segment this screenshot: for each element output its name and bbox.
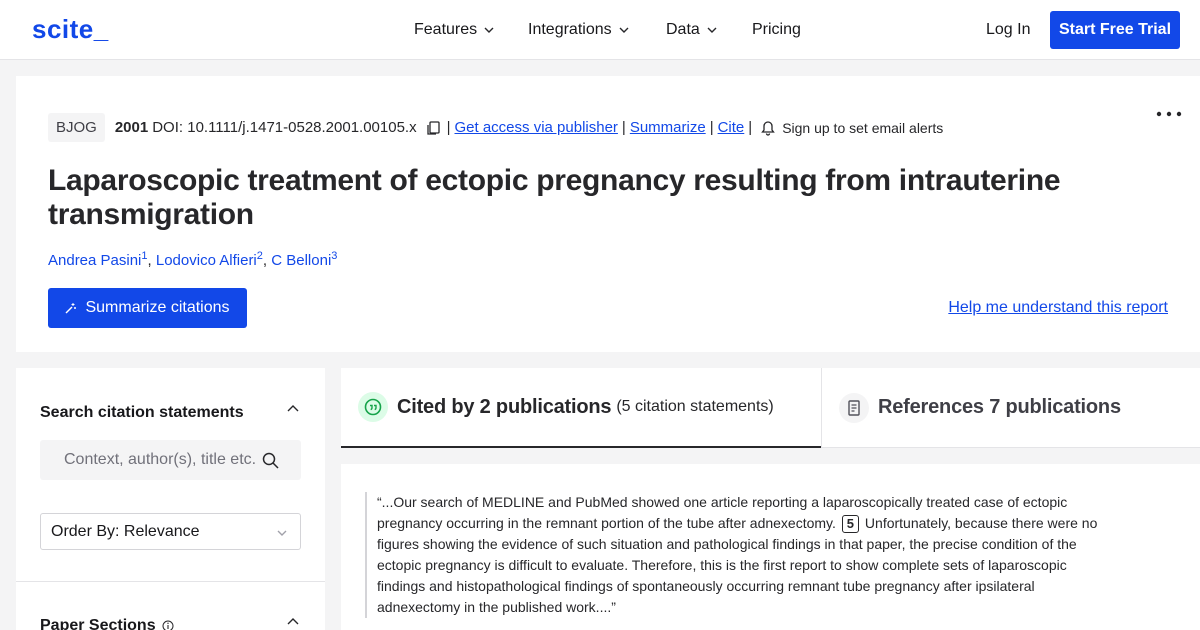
- citation-statements-count: (5 citation statements): [616, 398, 774, 415]
- paper-title: Laparoscopic treatment of ectopic pregna…: [48, 164, 1061, 231]
- nav-data[interactable]: Data: [666, 21, 718, 39]
- chevron-down-icon: [484, 27, 494, 33]
- chevron-up-icon[interactable]: [286, 615, 300, 629]
- summarize-citations-label: Summarize citations: [85, 299, 230, 316]
- chevron-up-icon[interactable]: [286, 402, 300, 416]
- author-link[interactable]: Andrea Pasini1: [48, 250, 148, 269]
- info-icon[interactable]: [162, 620, 174, 630]
- author-list: Andrea Pasini1, Lodovico Alfieri2, C Bel…: [48, 250, 338, 269]
- author-link[interactable]: C Belloni3: [271, 250, 337, 269]
- chevron-down-icon: [707, 27, 717, 33]
- reference-number-badge[interactable]: 5: [841, 515, 860, 533]
- sidebar-filters: Search citation statements Order By: Rel…: [16, 368, 325, 630]
- journal-badge[interactable]: BJOG: [48, 113, 105, 142]
- tab-references[interactable]: References 7 publications: [821, 368, 1200, 448]
- summarize-link[interactable]: Summarize: [630, 119, 706, 136]
- top-nav: scite_ Features Integrations Data Pricin…: [0, 0, 1200, 60]
- citation-quote: “...Our search of MEDLINE and PubMed sho…: [365, 492, 1105, 618]
- nav-pricing-label: Pricing: [752, 21, 801, 38]
- order-by-select[interactable]: Order By: Relevance: [40, 513, 301, 550]
- separator: |: [621, 119, 626, 136]
- get-access-link[interactable]: Get access via publisher: [455, 119, 618, 136]
- nav-integrations-label: Integrations: [528, 21, 612, 38]
- cited-by-count: Cited by 2 publications: [397, 395, 612, 418]
- nav-integrations[interactable]: Integrations: [528, 21, 630, 39]
- login-link[interactable]: Log In: [986, 21, 1030, 39]
- start-free-trial-button[interactable]: Start Free Trial: [1050, 11, 1180, 49]
- scite-logo[interactable]: scite_: [32, 14, 109, 45]
- document-icon: [839, 392, 869, 423]
- citation-search-input[interactable]: [40, 440, 260, 480]
- help-understand-link[interactable]: Help me understand this report: [948, 299, 1168, 317]
- paper-sections-label: Paper Sections: [40, 617, 156, 630]
- magic-wand-icon: [65, 303, 77, 314]
- nav-data-label: Data: [666, 21, 700, 38]
- order-by-value: Order By: Relevance: [51, 523, 200, 540]
- citation-tabs: Cited by 2 publications (5 citation stat…: [341, 368, 1200, 448]
- doi: DOI: 10.1111/j.1471-0528.2001.00105.x: [152, 119, 417, 136]
- chevron-down-icon: [619, 27, 629, 33]
- paper-meta: BJOG 2001 DOI: 10.1111/j.1471-0528.2001.…: [48, 113, 943, 142]
- references-count: References 7 publications: [878, 396, 1121, 418]
- separator: |: [446, 119, 451, 136]
- nav-pricing[interactable]: Pricing: [752, 21, 801, 39]
- separator: |: [709, 119, 714, 136]
- search-icon[interactable]: [262, 452, 279, 469]
- tab-cited-by[interactable]: Cited by 2 publications (5 citation stat…: [341, 368, 821, 448]
- divider: [16, 581, 325, 582]
- paper-header: BJOG 2001 DOI: 10.1111/j.1471-0528.2001.…: [16, 76, 1200, 352]
- paper-sections-heading: Paper Sections: [40, 617, 174, 630]
- nav-features-label: Features: [414, 21, 478, 38]
- publication-year: 2001: [114, 119, 149, 136]
- chevron-down-icon: [277, 530, 287, 536]
- email-alerts-link[interactable]: Sign up to set email alerts: [782, 120, 943, 136]
- separator: |: [748, 119, 753, 136]
- search-box: [40, 440, 301, 480]
- author-link[interactable]: Lodovico Alfieri2: [156, 250, 263, 269]
- cite-link[interactable]: Cite: [718, 119, 745, 136]
- quote-bubble-icon: [358, 392, 388, 422]
- search-citations-heading: Search citation statements: [40, 404, 244, 421]
- more-options-icon[interactable]: [1156, 110, 1182, 118]
- citation-statement-card: “...Our search of MEDLINE and PubMed sho…: [341, 464, 1200, 630]
- nav-features[interactable]: Features: [414, 21, 495, 39]
- copy-icon[interactable]: [425, 120, 441, 136]
- bell-icon[interactable]: [760, 120, 776, 136]
- summarize-citations-button[interactable]: Summarize citations: [48, 288, 247, 328]
